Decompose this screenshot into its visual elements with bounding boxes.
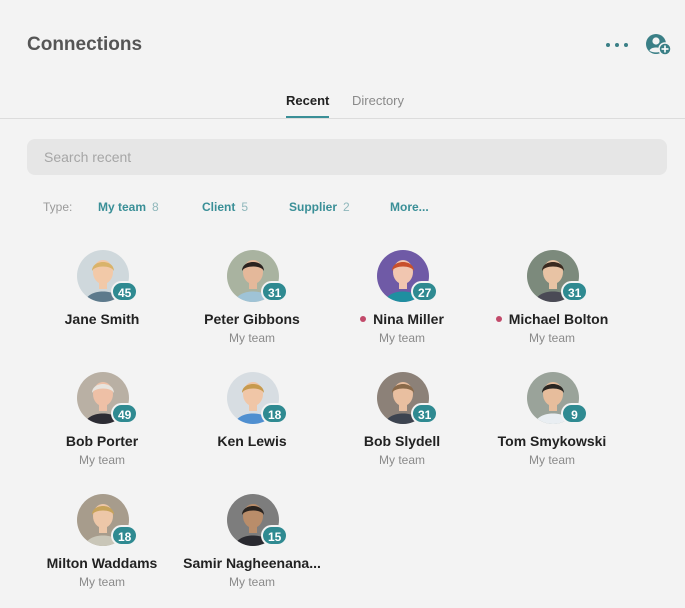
contact-name: Michael Bolton [477, 311, 627, 327]
contact-name-text: Samir Nagheenana... [183, 555, 321, 571]
contact-name-text: Nina Miller [373, 311, 444, 327]
filter-count: 8 [152, 200, 159, 214]
contact-role: My team [78, 575, 125, 589]
contact-name-text: Milton Waddams [46, 555, 158, 571]
interaction-count-badge: 18 [111, 525, 139, 546]
contact-card[interactable]: 31 Peter Gibbons My team [177, 250, 327, 360]
filter-my-team[interactable]: My team 8 [98, 200, 159, 214]
filter-name: More... [390, 200, 429, 214]
contact-name: Bob Slydell [327, 433, 477, 449]
presence-dot [360, 316, 367, 322]
tab-bar: Recent Directory [0, 88, 685, 119]
interaction-count-badge: 18 [261, 403, 289, 424]
contact-name: Ken Lewis [177, 433, 327, 449]
contact-role: My team [528, 453, 575, 467]
contact-card[interactable]: 49 Bob Porter My team [27, 372, 177, 482]
add-connection-button[interactable] [645, 33, 673, 57]
presence-dot [495, 316, 502, 322]
interaction-count-badge: 31 [261, 281, 289, 302]
interaction-count-badge: 45 [111, 281, 139, 302]
page-title: Connections [27, 34, 143, 55]
more-options-button[interactable] [606, 38, 628, 52]
contact-name-text: Bob Slydell [363, 433, 441, 449]
interaction-count-badge: 49 [111, 403, 139, 424]
contact-name: Samir Nagheenana... [177, 555, 327, 571]
contact-card[interactable]: 27 Nina Miller My team [327, 250, 477, 360]
interaction-count-badge: 31 [561, 281, 589, 302]
contact-name-text: Ken Lewis [217, 433, 287, 449]
interaction-count-badge: 15 [261, 525, 289, 546]
contact-name: Nina Miller [327, 311, 477, 327]
contact-card[interactable]: 9 Tom Smykowski My team [477, 372, 627, 482]
contact-card[interactable]: 31 Michael Bolton My team [477, 250, 627, 360]
tab-directory[interactable]: Directory [352, 93, 404, 118]
contact-card[interactable]: 45 Jane Smith [27, 250, 177, 360]
contact-role: My team [528, 331, 575, 345]
contact-card[interactable]: 15 Samir Nagheenana... My team [177, 494, 327, 604]
contact-name-text: Tom Smykowski [497, 433, 607, 449]
contact-role: My team [378, 331, 425, 345]
contact-name: Bob Porter [27, 433, 177, 449]
filter-supplier[interactable]: Supplier 2 [289, 200, 350, 214]
contact-name: Peter Gibbons [177, 311, 327, 327]
contact-name-text: Bob Porter [65, 433, 139, 449]
filter-type-label: Type: [43, 200, 73, 214]
contact-card[interactable]: 18 Ken Lewis [177, 372, 327, 482]
interaction-count-badge: 31 [411, 403, 439, 424]
contact-role: My team [228, 575, 275, 589]
contact-card[interactable]: 18 Milton Waddams My team [27, 494, 177, 604]
interaction-count-badge: 27 [411, 281, 439, 302]
contact-role: My team [78, 453, 125, 467]
contact-card[interactable]: 31 Bob Slydell My team [327, 372, 477, 482]
contact-name-text: Michael Bolton [508, 311, 609, 327]
contact-name-text: Peter Gibbons [204, 311, 300, 327]
filter-more[interactable]: More... [390, 200, 429, 214]
add-user-icon [646, 34, 672, 56]
filter-name: Supplier [289, 200, 338, 214]
contact-role: My team [378, 453, 425, 467]
filter-name: My team [98, 200, 147, 214]
filter-count: 2 [343, 200, 350, 214]
contact-name: Tom Smykowski [477, 433, 627, 449]
contact-name: Milton Waddams [27, 555, 177, 571]
filter-name: Client [202, 200, 236, 214]
contact-name-text: Jane Smith [64, 311, 140, 327]
contact-name: Jane Smith [27, 311, 177, 327]
filter-client[interactable]: Client 5 [202, 200, 248, 214]
header: Connections [0, 0, 685, 90]
tab-recent[interactable]: Recent [286, 93, 330, 118]
contact-role: My team [228, 331, 275, 345]
more-horizontal-icon [606, 43, 610, 47]
interaction-count-badge: 9 [561, 403, 588, 424]
filter-count: 5 [241, 200, 249, 214]
search-input[interactable] [27, 139, 667, 175]
